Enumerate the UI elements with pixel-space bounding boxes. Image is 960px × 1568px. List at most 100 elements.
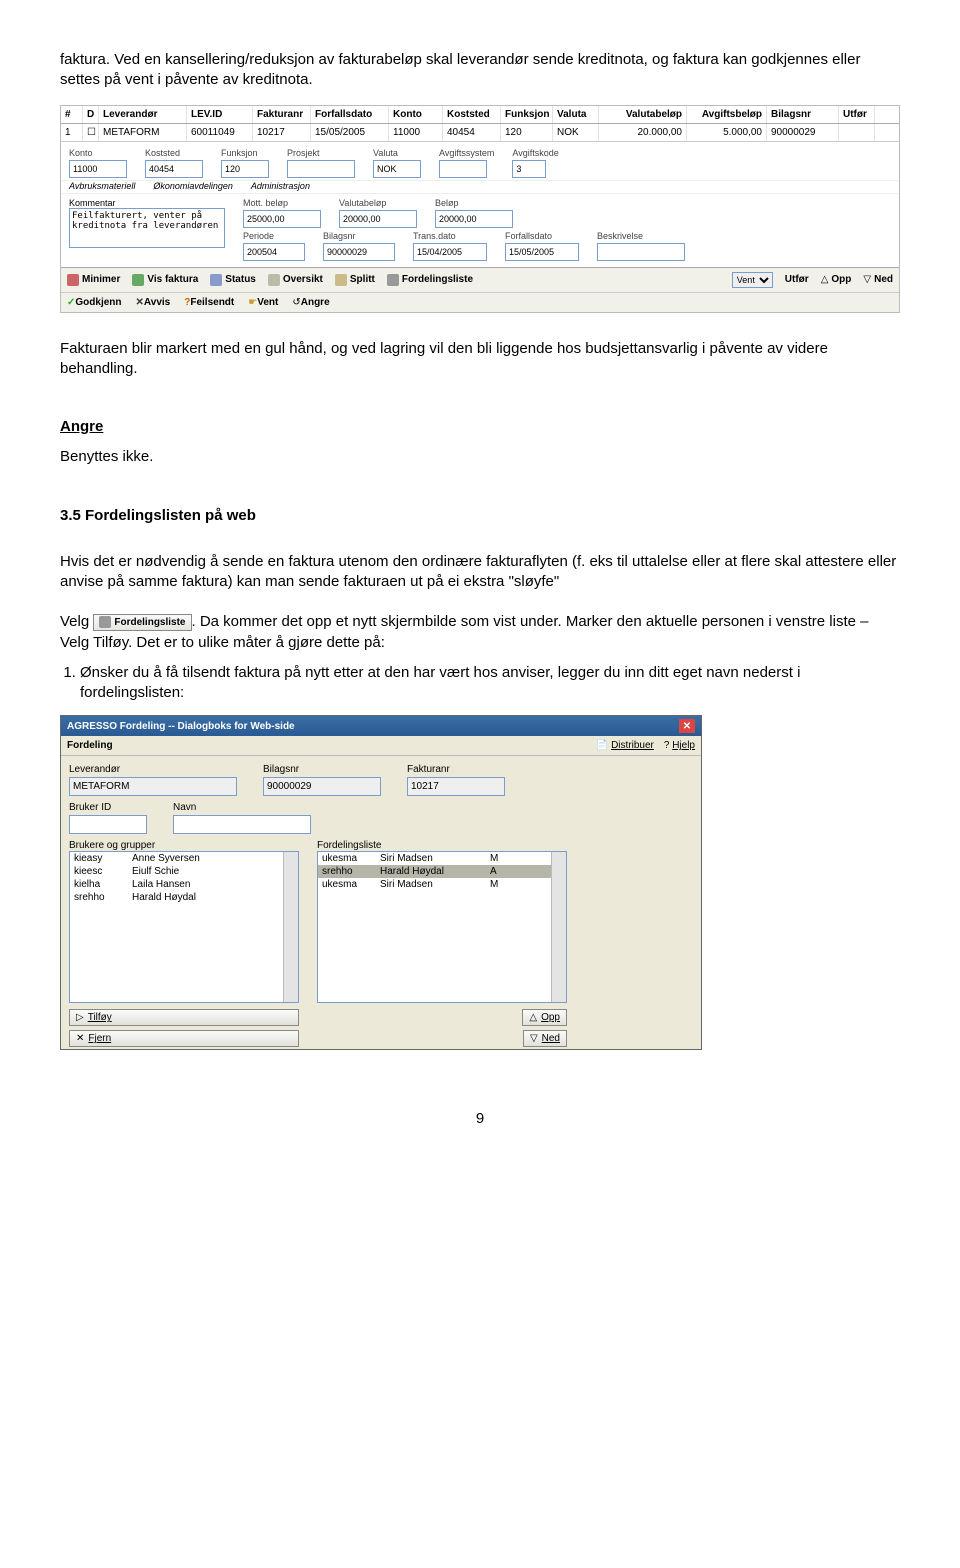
- btn-tilfoy[interactable]: ▷ Tilføy: [69, 1009, 299, 1026]
- lbl-prosjekt: Prosjekt: [287, 148, 355, 158]
- list-item[interactable]: srehhoHarald HøydalA: [318, 865, 566, 878]
- list-item[interactable]: kieasyAnne Syversen: [70, 852, 298, 865]
- btn-visfaktura[interactable]: Vis faktura: [132, 274, 198, 286]
- inp-koststed[interactable]: [145, 160, 203, 178]
- list-item[interactable]: kielhaLaila Hansen: [70, 878, 298, 891]
- inp-brukerid[interactable]: [69, 815, 147, 834]
- list-item[interactable]: ukesmaSiri MadsenM: [318, 878, 566, 891]
- oversikt-icon: [268, 274, 280, 286]
- list-item[interactable]: srehhoHarald Høydal: [70, 891, 298, 904]
- scrollbar[interactable]: [551, 852, 566, 1002]
- menu-fordeling[interactable]: Fordeling: [67, 740, 113, 751]
- fordelingsliste-icon: [99, 616, 111, 628]
- col-h-funksjon: Funksjon: [501, 106, 553, 123]
- btn-oversikt[interactable]: Oversikt: [268, 274, 323, 286]
- lbl-valb: Valutabeløp: [339, 198, 417, 208]
- inp-navn[interactable]: [173, 815, 311, 834]
- inp-bilagsnr2[interactable]: [323, 243, 395, 261]
- lbl-ffd2: Forfallsdato: [505, 231, 579, 241]
- col-h-levid: LEV.ID: [187, 106, 253, 123]
- col-h-avgiftsbelop: Avgiftsbeløp: [687, 106, 767, 123]
- btn-opp[interactable]: △ Opp: [821, 274, 852, 285]
- scrollbar[interactable]: [283, 852, 298, 1002]
- list-item[interactable]: ukesmaSiri MadsenM: [318, 852, 566, 865]
- btn-distribuer[interactable]: 📄 Distribuer: [596, 740, 654, 751]
- inp-valb[interactable]: [339, 210, 417, 228]
- col-h-leverandor: Leverandør: [99, 106, 187, 123]
- btn-ned[interactable]: ▽ Ned: [863, 274, 893, 285]
- cell-fakturanr: 10217: [253, 124, 311, 141]
- btn-fjern[interactable]: ✕ Fjern: [69, 1030, 299, 1047]
- col-h-num: #: [61, 106, 83, 123]
- grid-data-row[interactable]: 1 ☐ METAFORM 60011049 10217 15/05/2005 1…: [61, 124, 899, 142]
- para-fordel: Hvis det er nødvendig å sende en faktura…: [60, 552, 900, 593]
- lbl-periode: Periode: [243, 231, 305, 241]
- lbl-lev: Leverandør: [69, 764, 237, 775]
- btn-hjelp[interactable]: ? Hjelp: [664, 740, 695, 751]
- col-h-utfor: Utfør: [839, 106, 875, 123]
- inline-fordelingsliste-button[interactable]: Fordelingsliste: [93, 614, 191, 632]
- btn-godkjenn[interactable]: ✓Godkjenn: [67, 297, 122, 308]
- x-icon: ✕: [136, 297, 144, 308]
- cell-num: 1: [61, 124, 83, 141]
- btn-ned2[interactable]: ▽ Ned: [523, 1030, 567, 1047]
- para-velg: Velg Fordelingsliste . Da kommer det opp…: [60, 612, 900, 653]
- lbl-okavd: Økonomiavdelingen: [153, 181, 233, 191]
- inp-lev: [69, 777, 237, 796]
- inp-besk[interactable]: [597, 243, 685, 261]
- lbl-bel: Beløp: [435, 198, 513, 208]
- lbl-fnr: Fakturanr: [407, 764, 505, 775]
- fordelingsliste-icon: [387, 274, 399, 286]
- btn-angre[interactable]: ↺Angre: [292, 297, 329, 308]
- cell-checkbox[interactable]: ☐: [83, 124, 99, 141]
- cell-valuta: NOK: [553, 124, 599, 141]
- minimer-icon: [67, 274, 79, 286]
- inp-prosjekt[interactable]: [287, 160, 355, 178]
- lbl-mott: Mott. beløp: [243, 198, 321, 208]
- lbl-valuta: Valuta: [373, 148, 421, 158]
- cell-konto: 11000: [389, 124, 443, 141]
- btn-vent2[interactable]: ☛Vent: [248, 297, 278, 308]
- lbl-koststed: Koststed: [145, 148, 203, 158]
- intro-paragraph: faktura. Ved en kansellering/reduksjon a…: [60, 50, 900, 91]
- heading-angre: Angre: [60, 418, 103, 435]
- btn-avvis[interactable]: ✕Avvis: [136, 297, 171, 308]
- cell-bilagsnr: 90000029: [767, 124, 839, 141]
- sel-action[interactable]: Vent: [732, 272, 773, 288]
- inp-valuta[interactable]: [373, 160, 421, 178]
- inp-periode[interactable]: [243, 243, 305, 261]
- lbl-transdato: Trans.dato: [413, 231, 487, 241]
- section-heading: 3.5 Fordelingslisten på web: [60, 506, 900, 526]
- left-listbox[interactable]: kieasyAnne Syversen kieescEiulf Schie ki…: [69, 851, 299, 1003]
- inp-mott[interactable]: [243, 210, 321, 228]
- inp-konto[interactable]: [69, 160, 127, 178]
- inp-bel[interactable]: [435, 210, 513, 228]
- lbl-konto: Konto: [69, 148, 127, 158]
- btn-feilsendt[interactable]: ?Feilsendt: [184, 297, 234, 308]
- inp-transdato[interactable]: [413, 243, 487, 261]
- btn-fordelingsliste[interactable]: Fordelingsliste: [387, 274, 473, 286]
- status-icon: [210, 274, 222, 286]
- col-h-fakturanr: Fakturanr: [253, 106, 311, 123]
- btn-status[interactable]: Status: [210, 274, 256, 286]
- btn-splitt[interactable]: Splitt: [335, 274, 375, 286]
- btn-opp2[interactable]: △ Opp: [522, 1009, 567, 1026]
- col-h-valuta: Valuta: [553, 106, 599, 123]
- right-listbox[interactable]: ukesmaSiri MadsenM srehhoHarald HøydalA …: [317, 851, 567, 1003]
- inp-kommentar[interactable]: Feilfakturert, venter på kreditnota fra …: [69, 208, 225, 248]
- inp-avgsys[interactable]: [439, 160, 487, 178]
- cell-levid: 60011049: [187, 124, 253, 141]
- cell-koststed: 40454: [443, 124, 501, 141]
- btn-utfor[interactable]: Utfør: [785, 274, 809, 285]
- page-number: 9: [60, 1110, 900, 1127]
- inp-ffd2[interactable]: [505, 243, 579, 261]
- lbl-avgkode: Avgiftskode: [512, 148, 558, 158]
- inp-funksjon[interactable]: [221, 160, 269, 178]
- lbl-funksjon: Funksjon: [221, 148, 269, 158]
- btn-minimer[interactable]: Minimer: [67, 274, 120, 286]
- inp-avgkode[interactable]: [512, 160, 546, 178]
- list-item-1: Ønsker du å få tilsendt faktura på nytt …: [80, 663, 900, 704]
- list-item[interactable]: kieescEiulf Schie: [70, 865, 298, 878]
- close-icon[interactable]: ✕: [679, 719, 695, 733]
- undo-icon: ↺: [292, 297, 300, 308]
